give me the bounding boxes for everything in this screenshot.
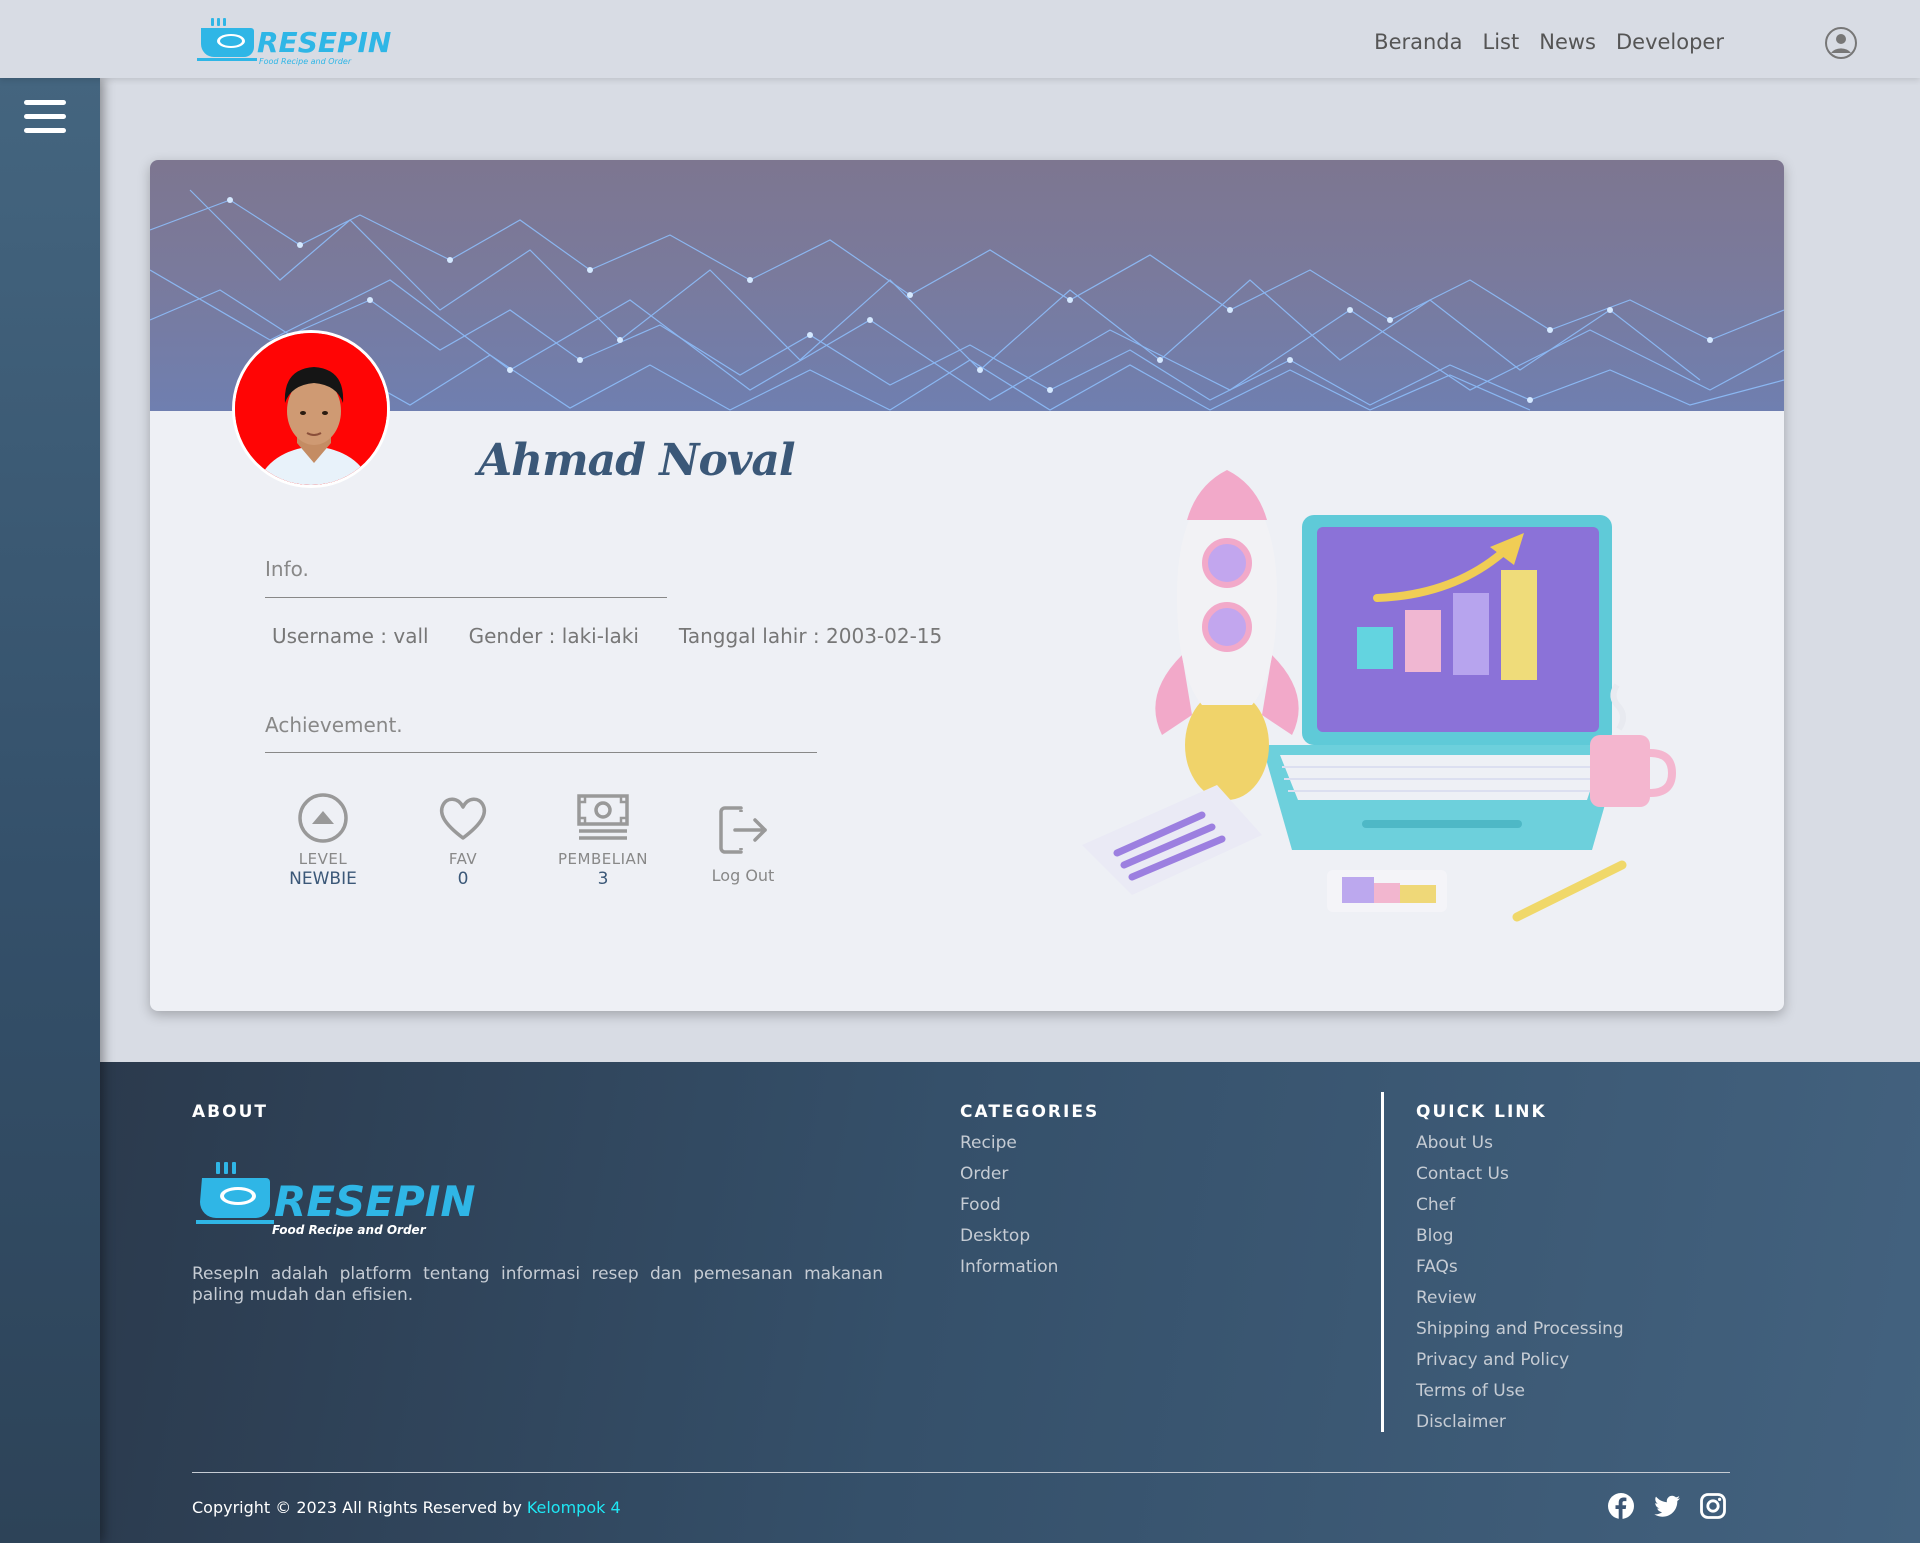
footer-category-recipe[interactable]: Recipe <box>960 1128 1058 1159</box>
stat-level: LEVEL NEWBIE <box>263 790 383 889</box>
facebook-icon[interactable] <box>1607 1492 1635 1520</box>
footer-link-chef[interactable]: Chef <box>1416 1190 1624 1221</box>
copyright-text: Copyright © 2023 All Rights Reserved by K… <box>192 1498 621 1517</box>
profile-avatar <box>232 330 390 488</box>
nav-link-beranda[interactable]: Beranda <box>1374 30 1462 54</box>
footer-link-contact-us[interactable]: Contact Us <box>1416 1159 1624 1190</box>
info-section-title: Info. <box>265 557 309 581</box>
username-text: Username : vall <box>272 624 429 648</box>
logout-label[interactable]: Log Out <box>683 866 803 885</box>
stat-fav-value: 0 <box>457 869 469 889</box>
nav-link-list[interactable]: List <box>1483 30 1520 54</box>
footer-column-divider <box>1381 1092 1384 1432</box>
top-navbar: RESEPIN Food Recipe and Order Beranda Li… <box>0 0 1920 78</box>
copyright-label: Copyright © 2023 All Rights Reserved by <box>192 1498 522 1517</box>
stat-purchase-label: PEMBELIAN <box>558 850 648 868</box>
footer-link-blog[interactable]: Blog <box>1416 1221 1624 1252</box>
gender-text: Gender : laki-laki <box>468 624 639 648</box>
copyright-link[interactable]: Kelompok 4 <box>527 1498 621 1517</box>
footer-category-order[interactable]: Order <box>960 1159 1058 1190</box>
site-footer: ABOUT RESEPIN Food Recipe and Order Rese… <box>100 1062 1920 1543</box>
nav-link-news[interactable]: News <box>1539 30 1596 54</box>
heart-icon <box>439 797 487 840</box>
user-account-icon[interactable] <box>1824 26 1858 60</box>
main-nav: Beranda List News Developer <box>1374 30 1724 54</box>
logout-icon[interactable] <box>715 802 771 858</box>
footer-link-about-us[interactable]: About Us <box>1416 1128 1624 1159</box>
footer-about-text: ResepIn adalah platform tentang informas… <box>192 1264 883 1305</box>
footer-categories-list: Recipe Order Food Desktop Information <box>960 1128 1058 1283</box>
footer-quicklink-title: QUICK LINK <box>1416 1102 1547 1122</box>
info-divider <box>265 597 667 598</box>
footer-category-information[interactable]: Information <box>960 1252 1058 1283</box>
profile-name: Ahmad Noval <box>478 435 796 486</box>
social-links <box>1607 1492 1727 1520</box>
twitter-icon[interactable] <box>1653 1492 1681 1520</box>
profile-banner <box>150 160 1784 411</box>
footer-category-food[interactable]: Food <box>960 1190 1058 1221</box>
avatar-photo <box>235 333 387 485</box>
svg-text:RESEPIN: RESEPIN <box>257 26 391 59</box>
logout-button[interactable]: Log Out <box>683 802 803 885</box>
rocket-laptop-illustration <box>1082 470 1677 922</box>
footer-logo[interactable]: RESEPIN Food Recipe and Order <box>194 1158 484 1242</box>
stat-fav: FAV 0 <box>403 790 523 889</box>
footer-link-faqs[interactable]: FAQs <box>1416 1252 1624 1283</box>
level-up-icon <box>298 793 348 843</box>
svg-text:RESEPIN: RESEPIN <box>274 1177 476 1226</box>
stat-purchase: PEMBELIAN 3 <box>543 790 663 889</box>
footer-link-shipping[interactable]: Shipping and Processing <box>1416 1314 1624 1345</box>
svg-text:Food Recipe and Order: Food Recipe and Order <box>259 57 352 66</box>
network-pattern <box>150 189 1784 411</box>
footer-about-title: ABOUT <box>192 1102 268 1122</box>
instagram-icon[interactable] <box>1699 1492 1727 1520</box>
footer-link-disclaimer[interactable]: Disclaimer <box>1416 1407 1624 1438</box>
footer-link-review[interactable]: Review <box>1416 1283 1624 1314</box>
sidebar <box>0 78 100 1543</box>
birthdate-text: Tanggal lahir : 2003-02-15 <box>678 624 943 648</box>
footer-link-privacy[interactable]: Privacy and Policy <box>1416 1345 1624 1376</box>
stat-level-value: NEWBIE <box>289 869 357 889</box>
stat-level-label: LEVEL <box>298 850 348 868</box>
achievement-divider <box>265 752 817 753</box>
stat-purchase-value: 3 <box>597 869 609 889</box>
svg-text:Food Recipe and Order: Food Recipe and Order <box>272 1223 427 1237</box>
profile-info-row: Username : vall Gender : laki-laki Tangg… <box>272 624 942 648</box>
achievement-section-title: Achievement. <box>265 713 403 737</box>
footer-category-desktop[interactable]: Desktop <box>960 1221 1058 1252</box>
nav-link-developer[interactable]: Developer <box>1616 30 1724 54</box>
money-icon <box>577 794 629 840</box>
footer-bottom-divider <box>192 1472 1730 1473</box>
menu-toggle-icon[interactable] <box>24 100 66 136</box>
footer-quicklink-list: About Us Contact Us Chef Blog FAQs Revie… <box>1416 1128 1624 1438</box>
stat-fav-label: FAV <box>448 850 478 868</box>
resepin-logo[interactable]: RESEPIN Food Recipe and Order <box>195 14 435 66</box>
footer-link-terms[interactable]: Terms of Use <box>1416 1376 1624 1407</box>
footer-categories-title: CATEGORIES <box>960 1102 1100 1122</box>
